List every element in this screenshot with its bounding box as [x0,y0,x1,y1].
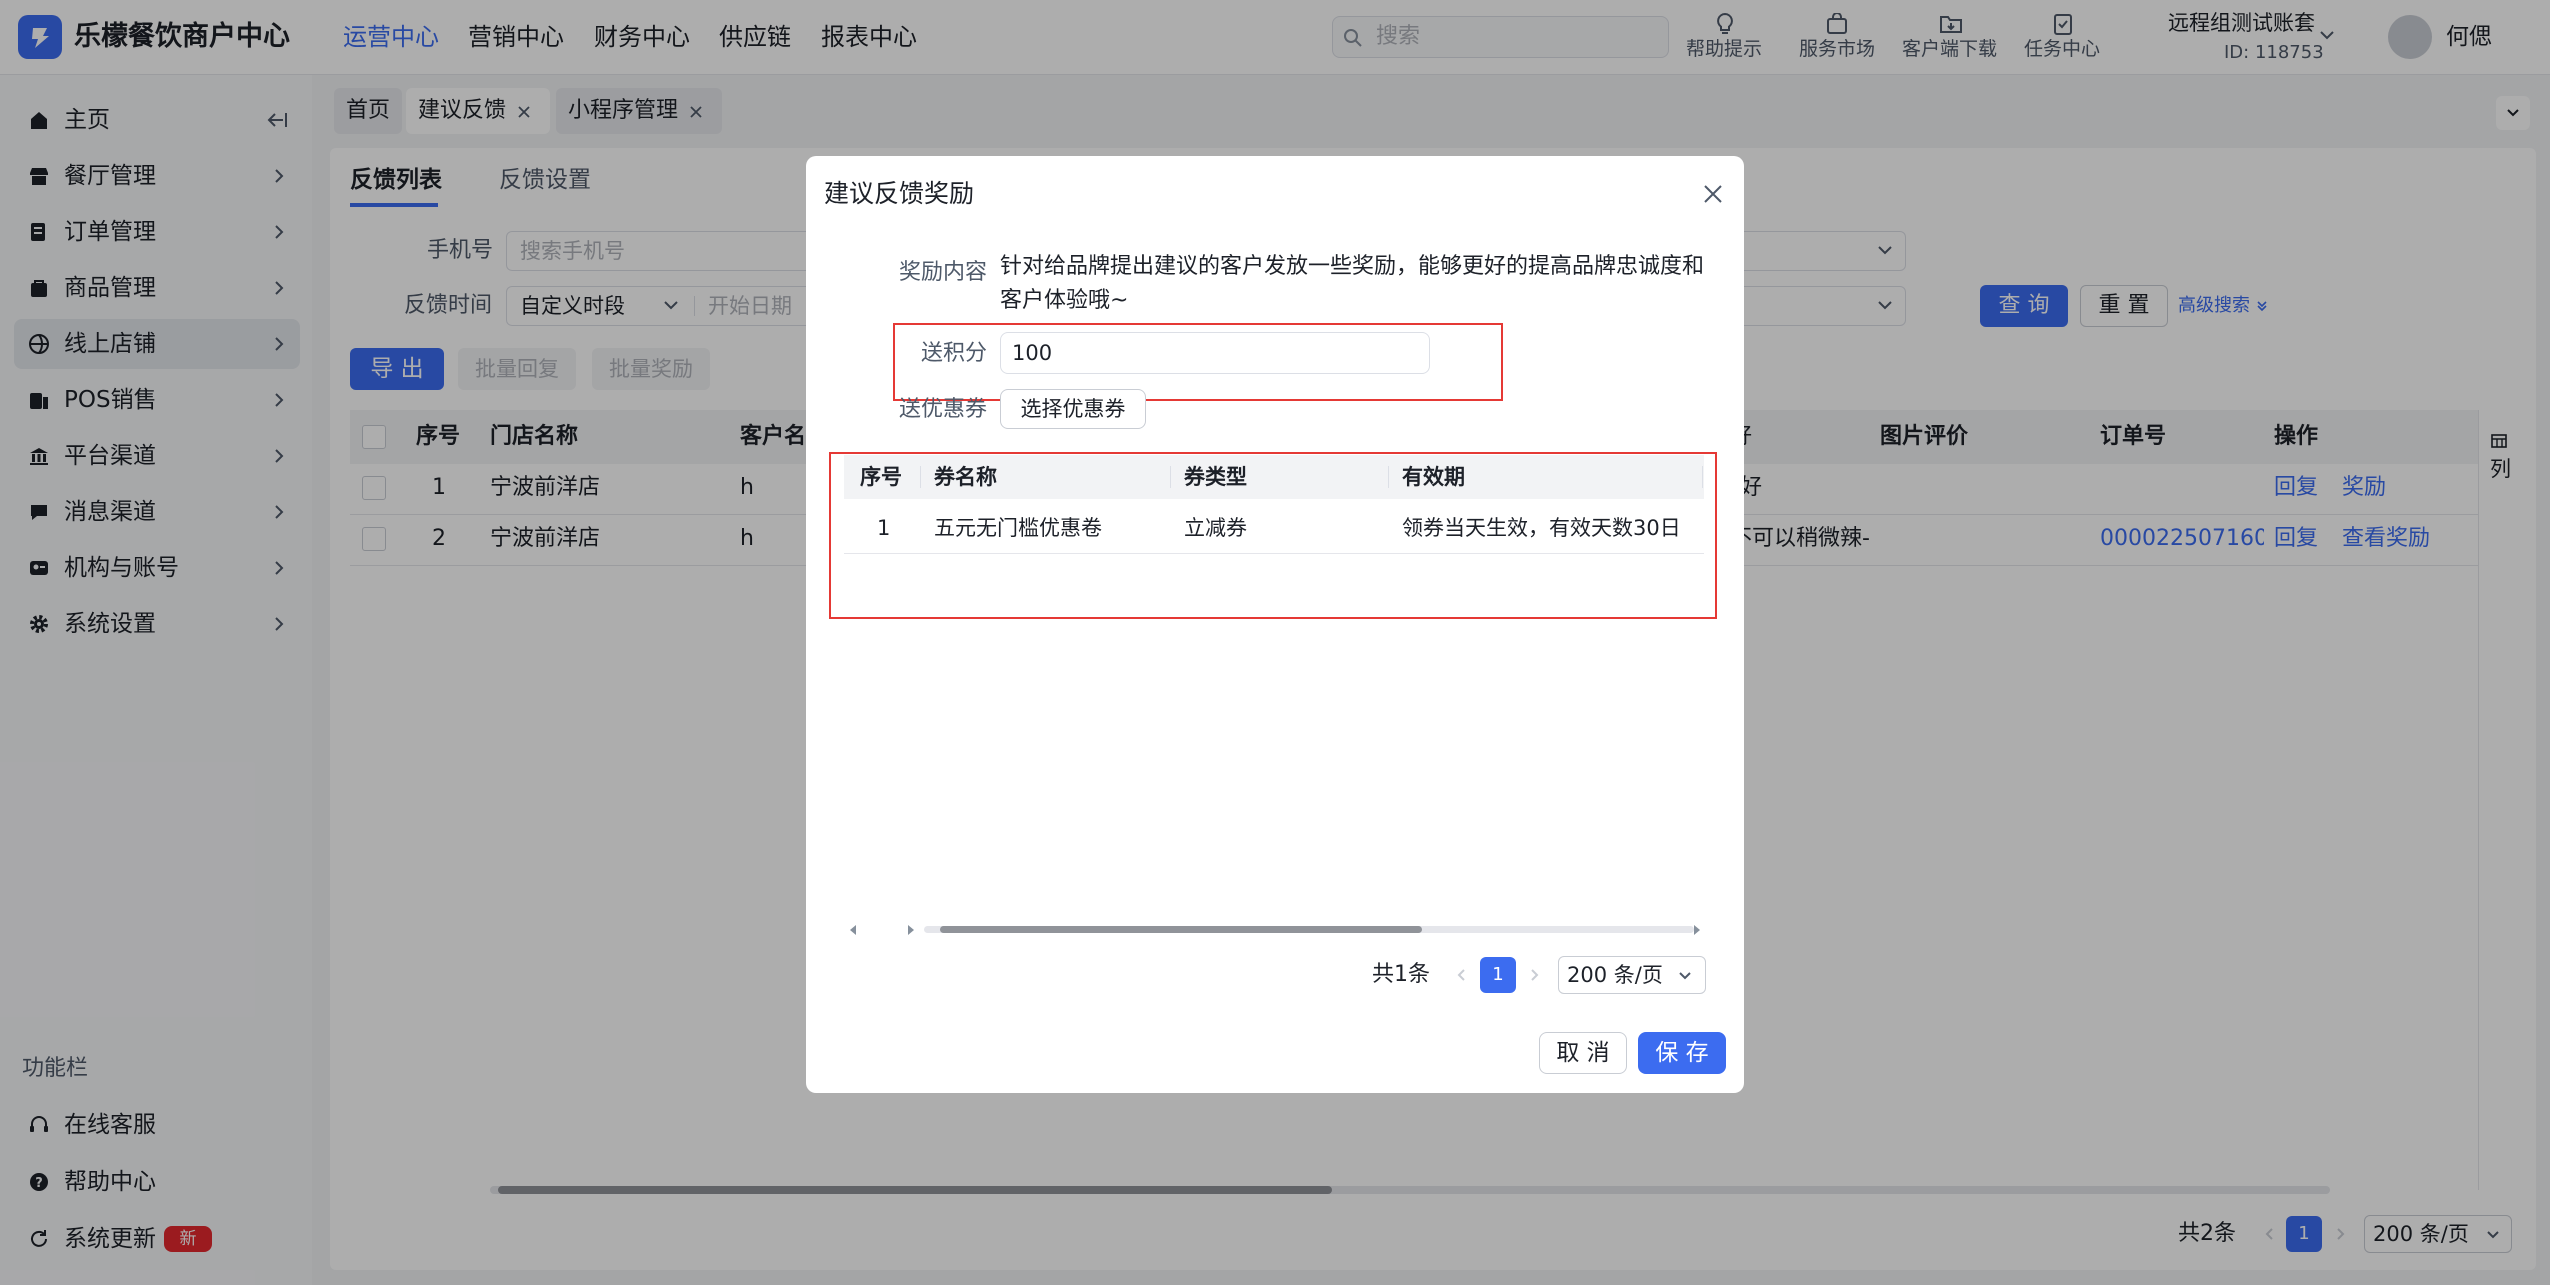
dialog-table-total: 共1条 [1372,962,1430,987]
coupon-index: 1 [877,516,891,540]
page-size-value: 200 条/页 [1567,963,1663,987]
points-value: 100 [1012,341,1053,365]
reward-description: 针对给品牌提出建议的客户发放一些奖励，能够更好的提高品牌忠诚度和客户体验哦~ [1000,254,1705,313]
prev-page-icon[interactable] [1454,967,1468,983]
column-divider [1388,466,1389,488]
choose-coupon-button[interactable]: 选择优惠券 [1000,389,1146,429]
column-header: 有效期 [1402,465,1465,489]
chevron-down-icon[interactable] [1676,969,1694,983]
dialog-title: 建议反馈奖励 [824,179,975,208]
coupon-name: 五元无门槛优惠卷 [934,516,1102,540]
points-input[interactable] [1000,332,1430,374]
save-button[interactable]: 保 存 [1638,1032,1726,1074]
column-header: 券名称 [934,465,997,489]
reward-content-label: 奖励内容 [899,260,988,285]
coupon-validity: 领券当天生效，有效天数30日 [1402,516,1681,540]
scroll-right-icon[interactable] [906,924,916,936]
row-divider [844,553,1704,554]
column-divider [920,466,921,488]
column-header: 券类型 [1184,465,1247,489]
next-page-icon[interactable] [1528,967,1542,983]
points-label: 送积分 [921,341,988,366]
scrollbar-thumb[interactable] [940,926,1422,933]
cancel-button[interactable]: 取 消 [1539,1032,1627,1074]
coupon-label: 送优惠券 [899,397,988,422]
column-header: 序号 [860,465,902,489]
column-divider [1702,466,1703,488]
page-number[interactable]: 1 [1480,957,1516,993]
scroll-left-icon[interactable] [848,924,858,936]
coupon-type: 立减券 [1184,516,1247,540]
column-divider [1170,466,1171,488]
close-icon[interactable] [1700,181,1726,207]
scroll-right-icon[interactable] [1692,924,1702,936]
